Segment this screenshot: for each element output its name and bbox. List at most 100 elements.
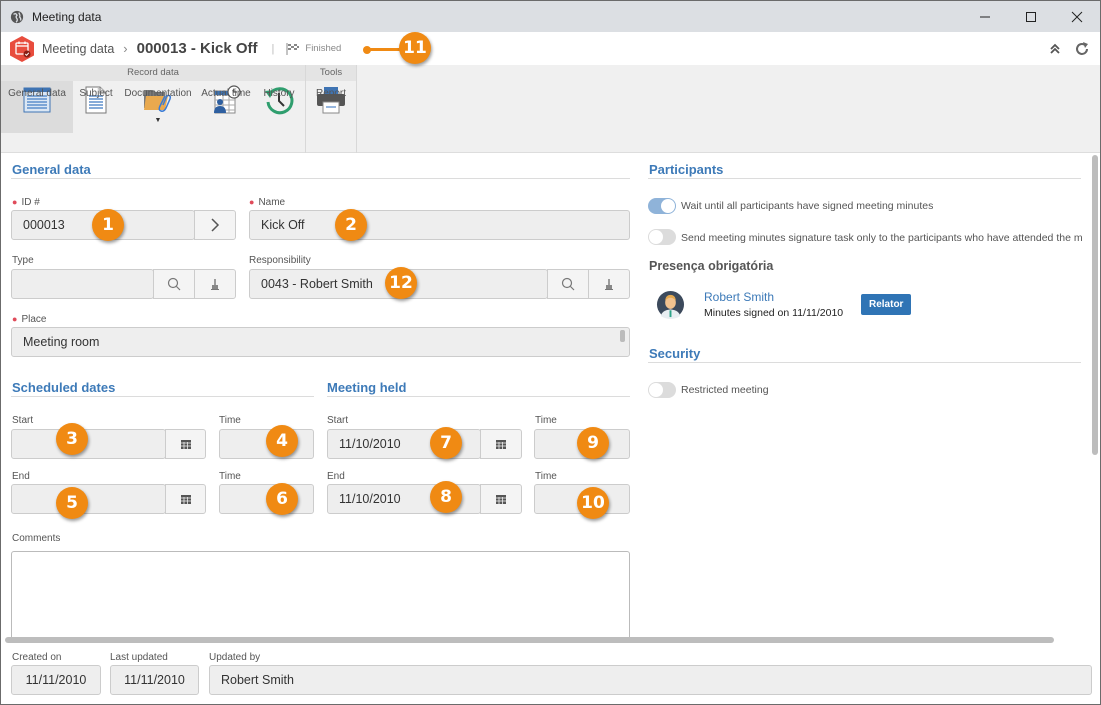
responsibility-label: Responsibility — [249, 255, 311, 266]
section-title-scheduled-dates: Scheduled dates — [12, 380, 116, 395]
id-next-button[interactable] — [194, 210, 236, 240]
horizontal-scrollbar[interactable] — [5, 637, 1054, 643]
record-header: Meeting data › 000013 - Kick Off | Finis… — [1, 32, 1100, 65]
chevron-right-icon — [211, 218, 220, 232]
collapse-icon[interactable] — [1050, 43, 1060, 55]
breadcrumb[interactable]: Meeting data — [42, 42, 114, 56]
updated-by-field: Robert Smith — [209, 665, 1092, 695]
annotation-badge-6: 6 — [266, 483, 298, 515]
participant-role-badge: Relator — [861, 294, 912, 315]
created-on-field: 11/11/2010 — [11, 665, 101, 695]
participant-status: Minutes signed on 11/11/2010 — [704, 307, 844, 319]
ribbon-general-data-button[interactable]: General data — [1, 81, 73, 133]
section-divider — [11, 396, 314, 397]
last-updated-label: Last updated — [110, 652, 168, 663]
search-icon — [561, 277, 575, 291]
required-marker: ● — [12, 197, 18, 207]
wait-all-signed-toggle[interactable] — [648, 198, 676, 214]
ribbon-item-label: Subject — [79, 88, 113, 99]
restricted-meeting-toggle[interactable] — [648, 382, 676, 398]
send-attended-only-toggle[interactable] — [648, 229, 676, 245]
maximize-icon — [1026, 11, 1036, 22]
ribbon-item-label: General data — [8, 88, 66, 99]
ribbon-group-title: Tools — [306, 65, 356, 81]
ribbon-group-title: Record data — [1, 65, 305, 81]
send-attended-only-label: Send meeting minutes signature task only… — [681, 232, 1083, 244]
broom-icon — [211, 279, 219, 290]
scheduled-start-field[interactable] — [11, 429, 166, 459]
name-field[interactable]: Kick Off — [249, 210, 630, 240]
ribbon-report-button[interactable]: Report — [306, 81, 356, 133]
checkered-flag-icon — [286, 42, 300, 55]
held-start-time-label: Time — [535, 415, 557, 426]
responsibility-search-button[interactable] — [547, 269, 589, 299]
annotation-badge-8: 8 — [430, 481, 462, 513]
vertical-scrollbar[interactable] — [1092, 155, 1098, 455]
ribbon-group-tools: Tools Report — [306, 65, 357, 153]
participant-name-link[interactable]: Robert Smith — [704, 290, 774, 304]
required-attendance-title: Presença obrigatória — [649, 259, 774, 273]
section-divider — [11, 178, 630, 179]
scheduled-start-label: Start — [12, 415, 34, 426]
broom-icon — [605, 279, 613, 290]
ribbon-item-label: Report — [315, 88, 346, 99]
type-search-button[interactable] — [153, 269, 195, 299]
ribbon-actual-time-button[interactable]: Actual time — [197, 81, 255, 133]
comments-label: Comments — [12, 533, 61, 544]
dropdown-caret-icon: ▼ — [154, 117, 162, 124]
form-content: General data ● ID # 000013 ● Name Kick Off… — [1, 153, 1100, 643]
id-label: ● ID # — [12, 197, 40, 208]
avatar — [656, 290, 685, 319]
held-end-label: End — [327, 471, 345, 482]
last-updated-field: 11/11/2010 — [110, 665, 199, 695]
section-title-security: Security — [649, 346, 701, 361]
ribbon-history-button[interactable]: History — [255, 81, 303, 133]
globe-icon — [10, 10, 24, 23]
divider: | — [271, 42, 275, 55]
window-title: Meeting data — [32, 9, 102, 24]
minimize-button[interactable] — [962, 1, 1008, 32]
held-end-calendar-button[interactable] — [480, 484, 522, 514]
record-footer: Created on 11/11/2010 Last updated 11/11… — [1, 646, 1100, 704]
annotation-badge-12: 12 — [385, 267, 417, 299]
type-label: Type — [12, 255, 34, 266]
place-scrollbar[interactable] — [620, 330, 625, 342]
scheduled-end-calendar-button[interactable] — [165, 484, 206, 514]
comments-textarea[interactable] — [11, 551, 630, 643]
wait-all-signed-label: Wait until all participants have signed … — [681, 200, 934, 212]
annotation-badge-2: 2 — [335, 209, 367, 241]
required-marker: ● — [12, 314, 18, 324]
scheduled-start-time-label: Time — [219, 415, 241, 426]
scheduled-end-label: End — [12, 471, 30, 482]
ribbon-toolbar: Record data General data Subject Documen… — [1, 65, 1100, 153]
place-field[interactable]: Meeting room — [11, 327, 630, 357]
meeting-data-window: Meeting data Meeting data › 000013 - Kic… — [0, 0, 1101, 705]
ribbon-documentation-button[interactable]: Documentation ▼ — [119, 81, 197, 133]
section-title-general-data: General data — [12, 162, 91, 177]
status-label: Finished — [305, 43, 342, 54]
created-on-label: Created on — [12, 652, 62, 663]
restricted-meeting-label: Restricted meeting — [681, 384, 769, 396]
required-marker: ● — [249, 197, 255, 207]
refresh-icon[interactable] — [1074, 41, 1090, 57]
held-start-label: Start — [327, 415, 349, 426]
type-clear-button[interactable] — [194, 269, 236, 299]
annotation-badge-11: 11 — [399, 32, 431, 64]
type-field[interactable] — [11, 269, 154, 299]
ribbon-subject-button[interactable]: Subject — [73, 81, 119, 133]
annotation-badge-10: 10 — [577, 487, 609, 519]
responsibility-clear-button[interactable] — [588, 269, 630, 299]
close-icon — [1071, 11, 1083, 22]
section-title-meeting-held: Meeting held — [327, 380, 407, 395]
scheduled-end-time-label: Time — [219, 471, 241, 482]
name-label: ● Name — [249, 197, 286, 208]
scheduled-start-calendar-button[interactable] — [165, 429, 206, 459]
section-divider — [648, 178, 1081, 179]
annotation-badge-1: 1 — [92, 209, 124, 241]
calendar-icon — [496, 440, 506, 449]
scheduled-end-field[interactable] — [11, 484, 166, 514]
close-button[interactable] — [1054, 1, 1100, 32]
place-label: ● Place — [12, 314, 47, 325]
maximize-button[interactable] — [1008, 1, 1054, 32]
held-start-calendar-button[interactable] — [480, 429, 522, 459]
